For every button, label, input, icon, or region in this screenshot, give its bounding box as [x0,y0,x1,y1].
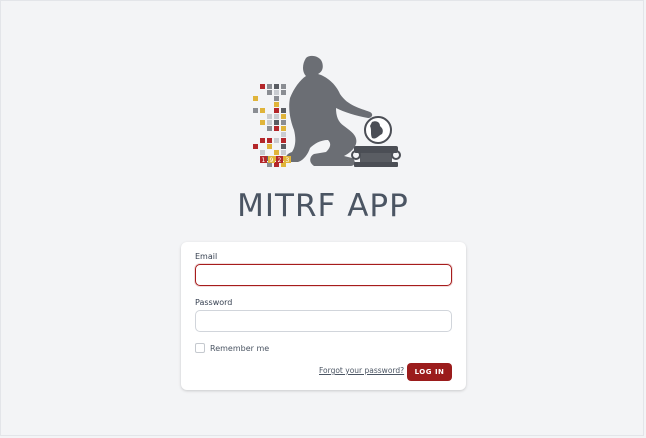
logo-pixel [274,138,279,143]
password-label: Password [195,298,233,307]
app-logo: 1923 [244,50,404,176]
logo-pixel [274,120,279,125]
logo-pixel [274,102,279,107]
logo-pixel [267,90,272,95]
logo-pixel [281,138,286,143]
atlas-statue-logo-icon: 1923 [253,55,401,167]
logo-pixel [253,144,258,149]
logo-pixel [260,120,265,125]
logo-pixel [267,138,272,143]
logo-pixel [267,114,272,119]
login-button[interactable]: LOG IN [407,363,452,381]
logo-pixel [281,108,286,113]
logo-pixel [253,96,258,101]
login-card: Email Password Remember me Forgot your p… [181,242,466,390]
logo-pixel [267,120,272,125]
logo-pixel [267,144,272,149]
logo-pixel [281,120,286,125]
app-title: MITRF APP [237,188,409,224]
password-field[interactable] [195,310,452,332]
forgot-password-link[interactable]: Forgot your password? [319,366,404,375]
logo-pixel [281,90,286,95]
logo-pixel [281,84,286,89]
logo-pixel [274,114,279,119]
remember-me[interactable]: Remember me [195,343,269,353]
logo-pixel [253,108,258,113]
logo-pixel [260,150,265,155]
logo-pixel [281,132,286,137]
logo-badge-digit: 9 [270,157,274,164]
logo-pixel [274,108,279,113]
remember-label: Remember me [210,343,270,353]
logo-pixel [281,114,286,119]
logo-pixel [274,150,279,155]
logo-pixel [281,144,286,149]
logo-pixel [274,84,279,89]
email-label: Email [195,252,218,261]
logo-pixel [267,126,272,131]
logo-badge-digit: 2 [278,157,282,164]
logo-badge-digit: 1 [262,157,266,164]
remember-checkbox[interactable] [195,343,205,353]
logo-pixel [267,84,272,89]
logo-pixel [274,96,279,101]
logo-pixel [260,138,265,143]
logo-pixel [260,84,265,89]
logo-pixel [274,90,279,95]
logo-pixel [281,126,286,131]
logo-pixel [260,108,265,113]
logo-pixel [274,126,279,131]
logo-pixel [281,150,286,155]
email-field[interactable] [195,264,452,286]
logo-badge-digit: 3 [286,157,290,164]
